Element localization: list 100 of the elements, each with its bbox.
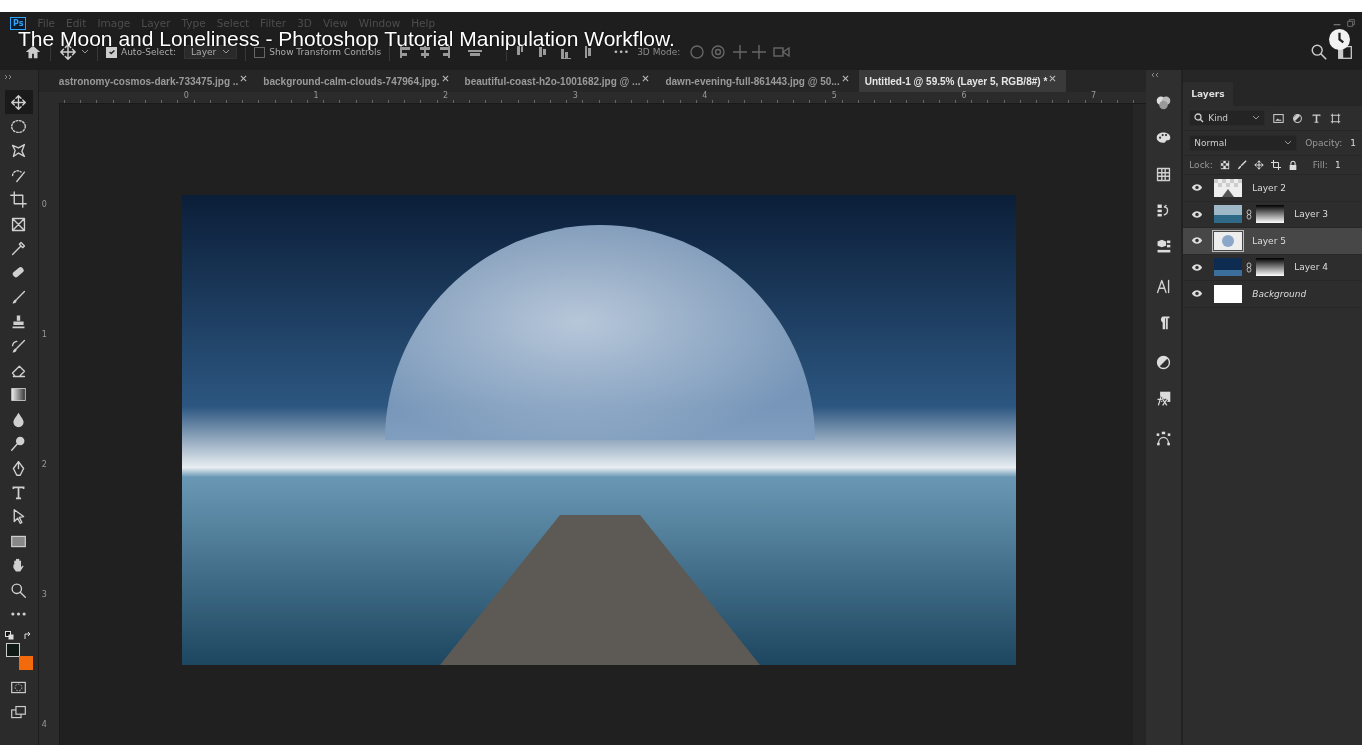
frame-icon [10,215,28,233]
lasso-icon [10,142,28,160]
3d-mode-label: 3D Mode: [637,47,681,57]
brush-icon [10,288,28,306]
collapse-icon[interactable] [4,74,14,80]
layer-name: Layer 4 [1294,262,1328,273]
visibility-eye-icon[interactable] [1191,183,1204,193]
layer-dropdown[interactable]: Layer [184,45,238,59]
ruler-label: 1 [41,330,47,339]
image-filter-icon[interactable] [1273,112,1285,124]
check-icon [107,48,116,56]
fx-icon[interactable] [1155,390,1173,407]
marquee-icon [10,118,28,136]
caret-icon [1252,114,1261,122]
search-icon[interactable] [1310,43,1328,61]
filter-kind-dropdown[interactable]: Kind [1189,110,1266,126]
gradient-icon [10,386,28,404]
eyedropper-icon [10,240,28,258]
grid-icon[interactable] [1155,166,1173,183]
layer-name: Layer 5 [1252,235,1286,246]
screen-mode-icon[interactable] [10,703,28,721]
zoom-icon [10,581,28,599]
path-icon[interactable] [1155,430,1173,447]
move-lock-icon[interactable] [1253,160,1264,170]
close-icon[interactable] [1049,74,1057,82]
ruler-label: 0 [183,91,189,100]
adjustment-icon[interactable] [1155,354,1173,371]
fill-value[interactable]: 1 [1334,160,1341,170]
crop-icon [10,191,28,209]
document-tab[interactable]: Untitled-1 @ 59.5% (Layer 5, RGB/8#) * [858,70,1067,92]
layer-row[interactable]: Layer 5 [1183,228,1362,255]
ruler-label: 2 [443,91,449,100]
ruler-label: 1 [313,91,319,100]
background-color-swatch[interactable] [18,655,33,670]
layers-tab[interactable]: Layers [1183,82,1233,106]
history-brush-icon [10,337,28,355]
type-filter-icon[interactable] [1311,112,1323,124]
document-tab[interactable]: astronomy-cosmos-dark-733475.jpg .. [52,70,258,92]
ruler-label: 3 [572,91,578,100]
artboard-lock-icon[interactable] [1270,160,1281,170]
visibility-eye-icon[interactable] [1191,289,1204,299]
ruler-label: 3 [41,590,47,599]
visibility-eye-icon[interactable] [1191,262,1204,272]
default-colors-icon[interactable] [4,630,15,641]
layer-name: Layer 3 [1294,209,1328,220]
close-icon[interactable] [642,74,650,82]
blend-mode-dropdown[interactable]: Normal [1189,135,1298,151]
lock-label: Lock: [1189,160,1213,170]
layer-row[interactable]: Layer 4 [1183,254,1362,281]
auto-select-checkbox[interactable]: Auto-Select: [106,46,177,58]
ruler-label: 2 [41,460,47,469]
ruler-label: 5 [831,91,837,100]
document-tab[interactable]: beautiful-coast-h2o-1001682.jpg @ ... [458,70,660,92]
close-icon[interactable] [841,74,849,82]
brush-lock-icon[interactable] [1236,160,1247,170]
visibility-eye-icon[interactable] [1191,209,1204,219]
layer-thumbnail [1214,205,1243,224]
caret-icon [1284,139,1293,147]
search-icon [1194,113,1205,123]
lock-icon[interactable] [1287,160,1298,170]
layer-thumbnail [1214,258,1243,277]
opacity-label: Opacity: [1305,138,1343,148]
document-tab[interactable]: background-calm-clouds-747964.jpg. [257,70,459,92]
checker-lock-icon[interactable] [1219,160,1230,170]
layer-row[interactable]: Background [1183,281,1362,308]
tool-button[interactable] [4,90,33,115]
ruler-label: 6 [961,91,967,100]
close-icon[interactable] [441,74,449,82]
ruler-label: 7 [1091,91,1097,100]
scrollbar[interactable] [1133,104,1147,745]
opacity-value[interactable]: 1 [1350,138,1356,148]
more-options[interactable]: ••• [613,47,630,57]
link-icon[interactable] [1246,208,1253,220]
layer-name: Background [1252,288,1307,299]
fill-label: Fill: [1312,160,1328,170]
caret-icon[interactable] [81,48,89,56]
visibility-eye-icon[interactable] [1191,236,1204,246]
close-icon[interactable] [240,74,248,82]
color-circles-icon[interactable] [1155,94,1173,111]
caret-icon [222,48,231,56]
shape-filter-icon[interactable] [1330,112,1342,124]
layer-thumbnail [1214,178,1243,197]
clock-icon[interactable] [1329,29,1350,50]
ruler-label: 0 [41,200,47,209]
layer-name: Layer 2 [1252,182,1286,193]
ruler-label: 4 [702,91,708,100]
collapse-icon[interactable] [1150,72,1161,78]
layer-thumbnail [1214,231,1243,250]
ruler-label: 4 [41,720,47,729]
swap-colors-icon[interactable] [22,630,33,641]
more-tools-icon [11,612,27,617]
document-tab[interactable]: dawn-evening-full-861443.jpg @ 50... [659,70,859,92]
foreground-color-swatch[interactable] [5,642,20,657]
move-icon [10,93,28,111]
app-logo[interactable]: Ps [10,16,27,30]
link-icon[interactable] [1246,261,1253,273]
restore-icon[interactable] [1346,18,1356,28]
layer-row[interactable]: Layer 2 [1183,175,1362,202]
adjustment-filter-icon[interactable] [1292,112,1304,124]
cube-library-icon[interactable] [1155,238,1173,255]
